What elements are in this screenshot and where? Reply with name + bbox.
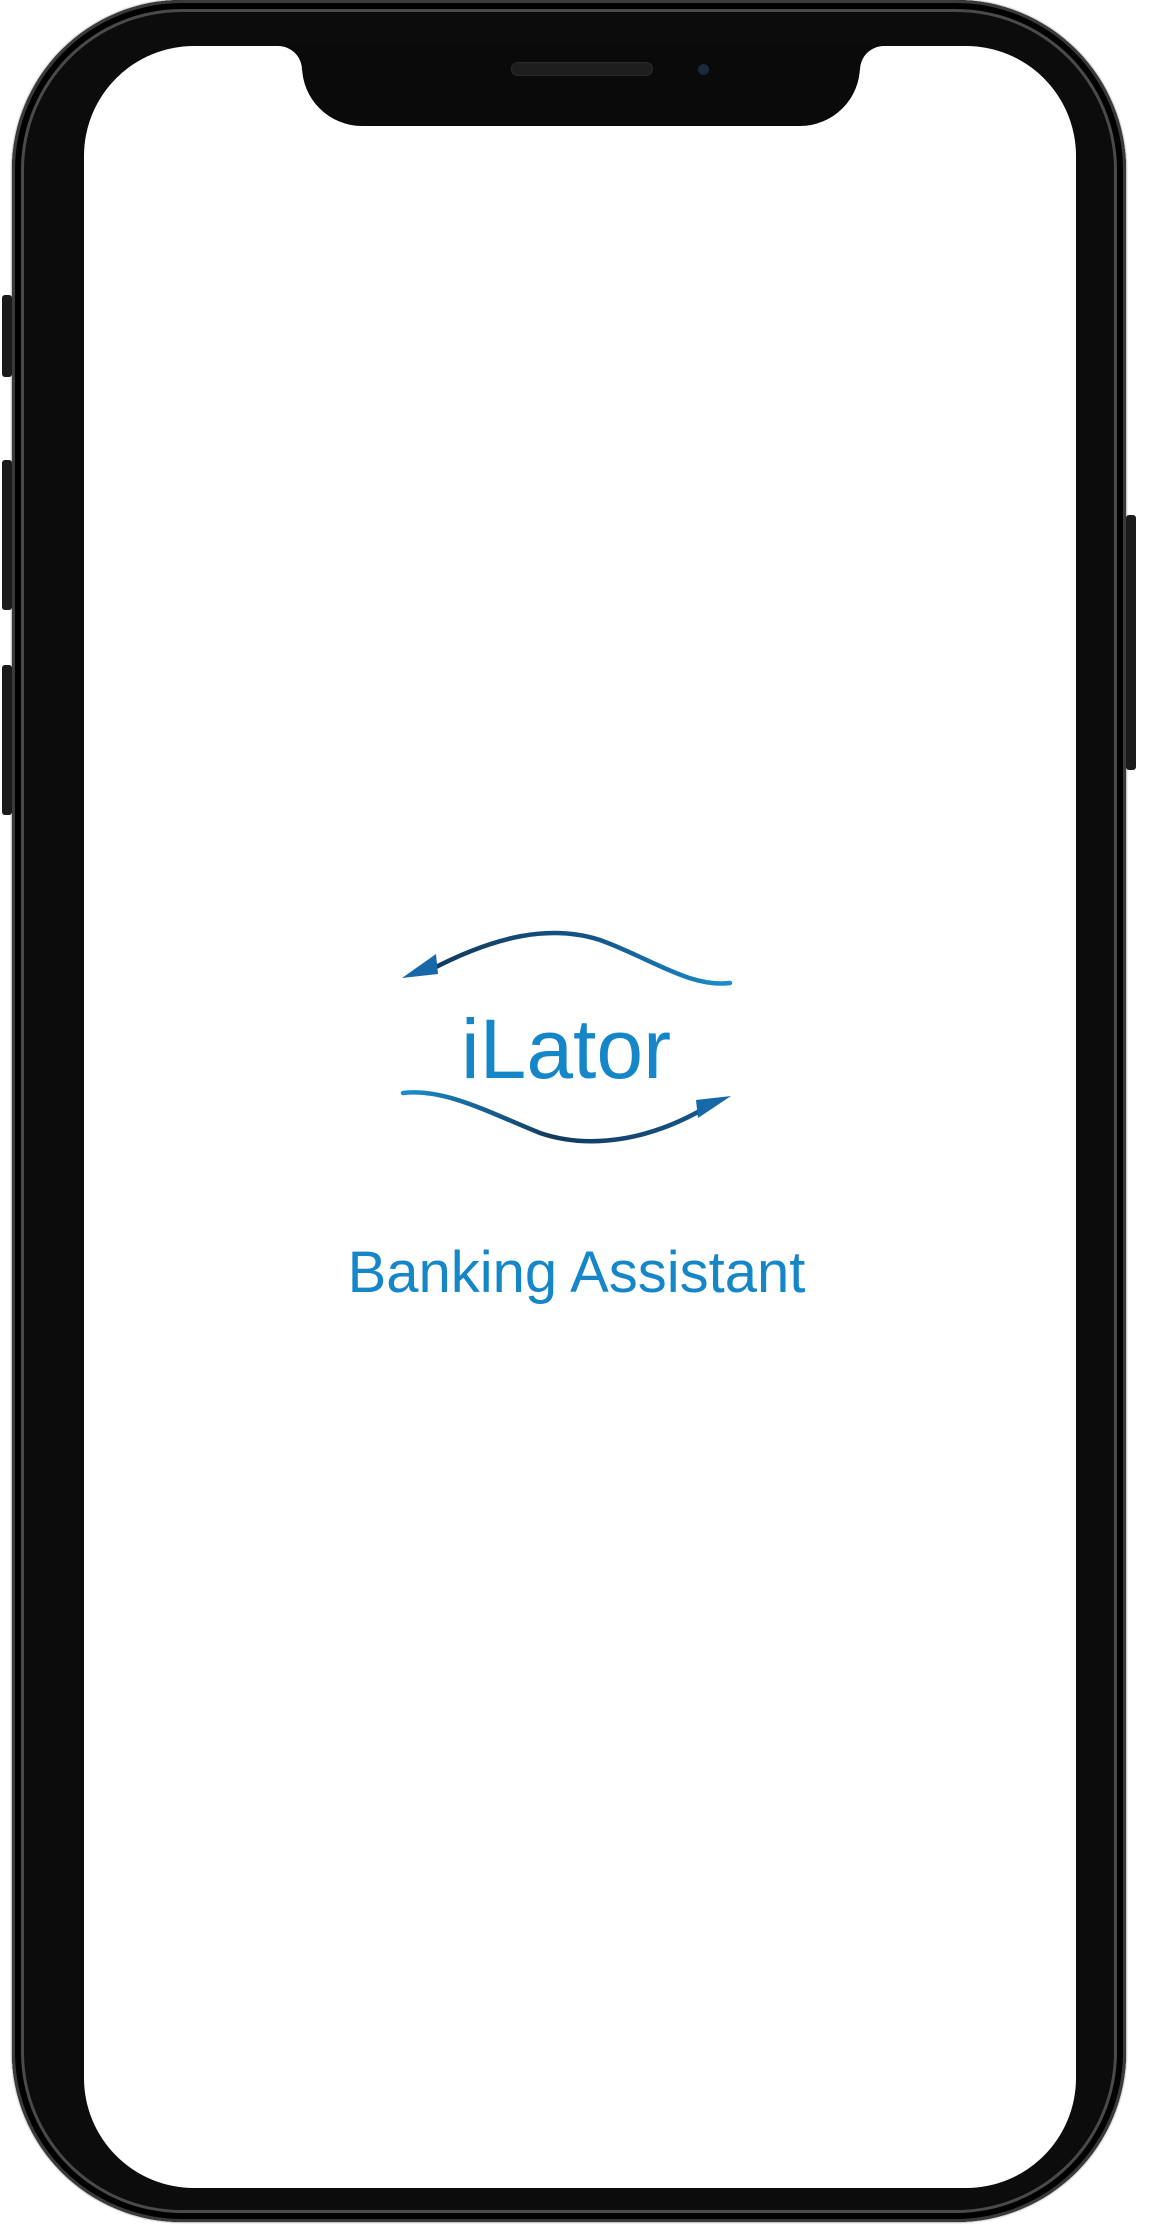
mute-switch	[2, 295, 12, 377]
app-logo: iLator	[400, 918, 733, 1162]
curved-arrow-right-icon	[400, 1090, 731, 1144]
volume-down-button	[2, 665, 12, 815]
app-tagline: Banking Assistant	[347, 1240, 806, 1305]
logo-arrows: iLator	[400, 930, 733, 1144]
curved-arrow-left-icon	[402, 930, 733, 986]
power-button	[1126, 515, 1136, 770]
notch	[302, 46, 860, 126]
volume-up-button	[2, 460, 12, 610]
front-camera	[698, 64, 709, 75]
speaker-grille	[511, 62, 653, 76]
logo-text: iLator	[461, 1002, 671, 1096]
